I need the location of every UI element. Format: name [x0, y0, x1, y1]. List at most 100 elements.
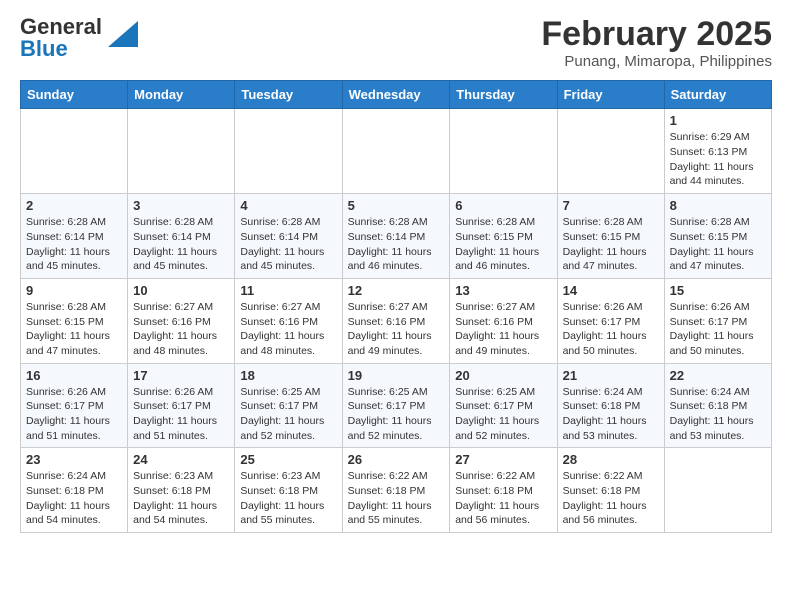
day-info: Sunrise: 6:27 AM Sunset: 6:16 PM Dayligh… — [348, 300, 445, 359]
title-block: February 2025 Punang, Mimaropa, Philippi… — [541, 16, 772, 70]
day-info: Sunrise: 6:28 AM Sunset: 6:14 PM Dayligh… — [240, 215, 336, 274]
day-number: 22 — [670, 368, 766, 383]
calendar-day-cell: 27 Sunrise: 6:22 AM Sunset: 6:18 PM Dayli… — [450, 448, 557, 533]
calendar-day-cell: 12 Sunrise: 6:27 AM Sunset: 6:16 PM Dayli… — [342, 278, 450, 363]
calendar-day-cell: 18 Sunrise: 6:25 AM Sunset: 6:17 PM Dayli… — [235, 363, 342, 448]
day-number: 15 — [670, 283, 766, 298]
day-info: Sunrise: 6:28 AM Sunset: 6:15 PM Dayligh… — [455, 215, 551, 274]
calendar-day-cell: 15 Sunrise: 6:26 AM Sunset: 6:17 PM Dayli… — [664, 278, 771, 363]
calendar-day-cell: 28 Sunrise: 6:22 AM Sunset: 6:18 PM Dayli… — [557, 448, 664, 533]
day-number: 21 — [563, 368, 659, 383]
calendar-week-row: 1 Sunrise: 6:29 AM Sunset: 6:13 PM Daylig… — [21, 109, 772, 194]
calendar-day-cell: 25Sunrise: 6:23 AM Sunset: 6:18 PM Dayli… — [235, 448, 342, 533]
day-info: Sunrise: 6:22 AM Sunset: 6:18 PM Dayligh… — [563, 469, 659, 528]
day-number: 23 — [26, 452, 122, 467]
calendar-day-header: Thursday — [450, 81, 557, 109]
calendar-day-cell: 5 Sunrise: 6:28 AM Sunset: 6:14 PM Daylig… — [342, 194, 450, 279]
day-number: 26 — [348, 452, 445, 467]
day-info: Sunrise: 6:24 AM Sunset: 6:18 PM Dayligh… — [26, 469, 122, 528]
calendar-day-cell: 10 Sunrise: 6:27 AM Sunset: 6:16 PM Dayli… — [128, 278, 235, 363]
calendar-day-cell — [21, 109, 128, 194]
day-number: 7 — [563, 198, 659, 213]
day-info: Sunrise: 6:28 AM Sunset: 6:14 PM Dayligh… — [26, 215, 122, 274]
day-number: 19 — [348, 368, 445, 383]
day-number: 14 — [563, 283, 659, 298]
calendar-day-cell: 24 Sunrise: 6:23 AM Sunset: 6:18 PM Dayli… — [128, 448, 235, 533]
day-number: 5 — [348, 198, 445, 213]
day-number: 13 — [455, 283, 551, 298]
calendar-day-cell — [664, 448, 771, 533]
day-number: 25 — [240, 452, 336, 467]
calendar-table: SundayMondayTuesdayWednesdayThursdayFrid… — [20, 80, 772, 533]
day-info: Sunrise: 6:28 AM Sunset: 6:15 PM Dayligh… — [26, 300, 122, 359]
calendar-week-row: 16 Sunrise: 6:26 AM Sunset: 6:17 PM Dayli… — [21, 363, 772, 448]
day-info: Sunrise: 6:23 AM Sunset: 6:18 PM Dayligh… — [133, 469, 229, 528]
day-info: Sunrise: 6:24 AM Sunset: 6:18 PM Dayligh… — [670, 385, 766, 444]
page-header: General Blue February 2025 Punang, Mimar… — [20, 16, 772, 70]
calendar-day-cell: 17 Sunrise: 6:26 AM Sunset: 6:17 PM Dayli… — [128, 363, 235, 448]
calendar-day-cell: 16 Sunrise: 6:26 AM Sunset: 6:17 PM Dayli… — [21, 363, 128, 448]
day-number: 4 — [240, 198, 336, 213]
day-info: Sunrise: 6:27 AM Sunset: 6:16 PM Dayligh… — [240, 300, 336, 359]
day-info: Sunrise: 6:28 AM Sunset: 6:14 PM Dayligh… — [348, 215, 445, 274]
calendar-day-cell — [557, 109, 664, 194]
calendar-day-cell: 9 Sunrise: 6:28 AM Sunset: 6:15 PM Daylig… — [21, 278, 128, 363]
calendar-week-row: 2Sunrise: 6:28 AM Sunset: 6:14 PM Daylig… — [21, 194, 772, 279]
day-info: Sunrise: 6:29 AM Sunset: 6:13 PM Dayligh… — [670, 130, 766, 189]
day-number: 8 — [670, 198, 766, 213]
calendar-day-header: Saturday — [664, 81, 771, 109]
day-info: Sunrise: 6:27 AM Sunset: 6:16 PM Dayligh… — [133, 300, 229, 359]
calendar-day-cell: 7 Sunrise: 6:28 AM Sunset: 6:15 PM Daylig… — [557, 194, 664, 279]
day-info: Sunrise: 6:28 AM Sunset: 6:15 PM Dayligh… — [563, 215, 659, 274]
day-info: Sunrise: 6:22 AM Sunset: 6:18 PM Dayligh… — [455, 469, 551, 528]
day-number: 1 — [670, 113, 766, 128]
day-number: 11 — [240, 283, 336, 298]
calendar-day-cell: 14Sunrise: 6:26 AM Sunset: 6:17 PM Dayli… — [557, 278, 664, 363]
day-number: 3 — [133, 198, 229, 213]
calendar-day-header: Tuesday — [235, 81, 342, 109]
calendar-day-cell: 11 Sunrise: 6:27 AM Sunset: 6:16 PM Dayli… — [235, 278, 342, 363]
calendar-day-cell: 20Sunrise: 6:25 AM Sunset: 6:17 PM Dayli… — [450, 363, 557, 448]
calendar-week-row: 9 Sunrise: 6:28 AM Sunset: 6:15 PM Daylig… — [21, 278, 772, 363]
day-number: 12 — [348, 283, 445, 298]
calendar-day-cell — [450, 109, 557, 194]
day-number: 16 — [26, 368, 122, 383]
day-number: 18 — [240, 368, 336, 383]
calendar-day-cell: 13 Sunrise: 6:27 AM Sunset: 6:16 PM Dayli… — [450, 278, 557, 363]
calendar-week-row: 23 Sunrise: 6:24 AM Sunset: 6:18 PM Dayli… — [21, 448, 772, 533]
day-info: Sunrise: 6:26 AM Sunset: 6:17 PM Dayligh… — [26, 385, 122, 444]
day-info: Sunrise: 6:28 AM Sunset: 6:15 PM Dayligh… — [670, 215, 766, 274]
subtitle: Punang, Mimaropa, Philippines — [541, 53, 772, 70]
day-number: 10 — [133, 283, 229, 298]
day-info: Sunrise: 6:25 AM Sunset: 6:17 PM Dayligh… — [240, 385, 336, 444]
main-title: February 2025 — [541, 16, 772, 53]
day-number: 27 — [455, 452, 551, 467]
day-number: 9 — [26, 283, 122, 298]
day-number: 20 — [455, 368, 551, 383]
day-info: Sunrise: 6:26 AM Sunset: 6:17 PM Dayligh… — [133, 385, 229, 444]
calendar-day-header: Wednesday — [342, 81, 450, 109]
calendar-day-cell: 23 Sunrise: 6:24 AM Sunset: 6:18 PM Dayli… — [21, 448, 128, 533]
logo-text: General Blue — [20, 16, 102, 60]
day-info: Sunrise: 6:28 AM Sunset: 6:14 PM Dayligh… — [133, 215, 229, 274]
calendar-day-cell: 8 Sunrise: 6:28 AM Sunset: 6:15 PM Daylig… — [664, 194, 771, 279]
calendar-day-cell: 26 Sunrise: 6:22 AM Sunset: 6:18 PM Dayli… — [342, 448, 450, 533]
day-number: 28 — [563, 452, 659, 467]
calendar-day-cell: 3 Sunrise: 6:28 AM Sunset: 6:14 PM Daylig… — [128, 194, 235, 279]
calendar-day-cell: 2Sunrise: 6:28 AM Sunset: 6:14 PM Daylig… — [21, 194, 128, 279]
day-info: Sunrise: 6:27 AM Sunset: 6:16 PM Dayligh… — [455, 300, 551, 359]
day-info: Sunrise: 6:22 AM Sunset: 6:18 PM Dayligh… — [348, 469, 445, 528]
day-info: Sunrise: 6:26 AM Sunset: 6:17 PM Dayligh… — [670, 300, 766, 359]
calendar-day-header: Monday — [128, 81, 235, 109]
day-number: 17 — [133, 368, 229, 383]
day-number: 6 — [455, 198, 551, 213]
day-number: 24 — [133, 452, 229, 467]
calendar-day-cell — [342, 109, 450, 194]
day-info: Sunrise: 6:25 AM Sunset: 6:17 PM Dayligh… — [348, 385, 445, 444]
calendar-day-header: Friday — [557, 81, 664, 109]
calendar-day-cell: 4 Sunrise: 6:28 AM Sunset: 6:14 PM Daylig… — [235, 194, 342, 279]
calendar-day-cell: 22 Sunrise: 6:24 AM Sunset: 6:18 PM Dayli… — [664, 363, 771, 448]
calendar-day-cell: 1 Sunrise: 6:29 AM Sunset: 6:13 PM Daylig… — [664, 109, 771, 194]
calendar-day-cell: 21Sunrise: 6:24 AM Sunset: 6:18 PM Dayli… — [557, 363, 664, 448]
logo-icon — [108, 21, 138, 47]
